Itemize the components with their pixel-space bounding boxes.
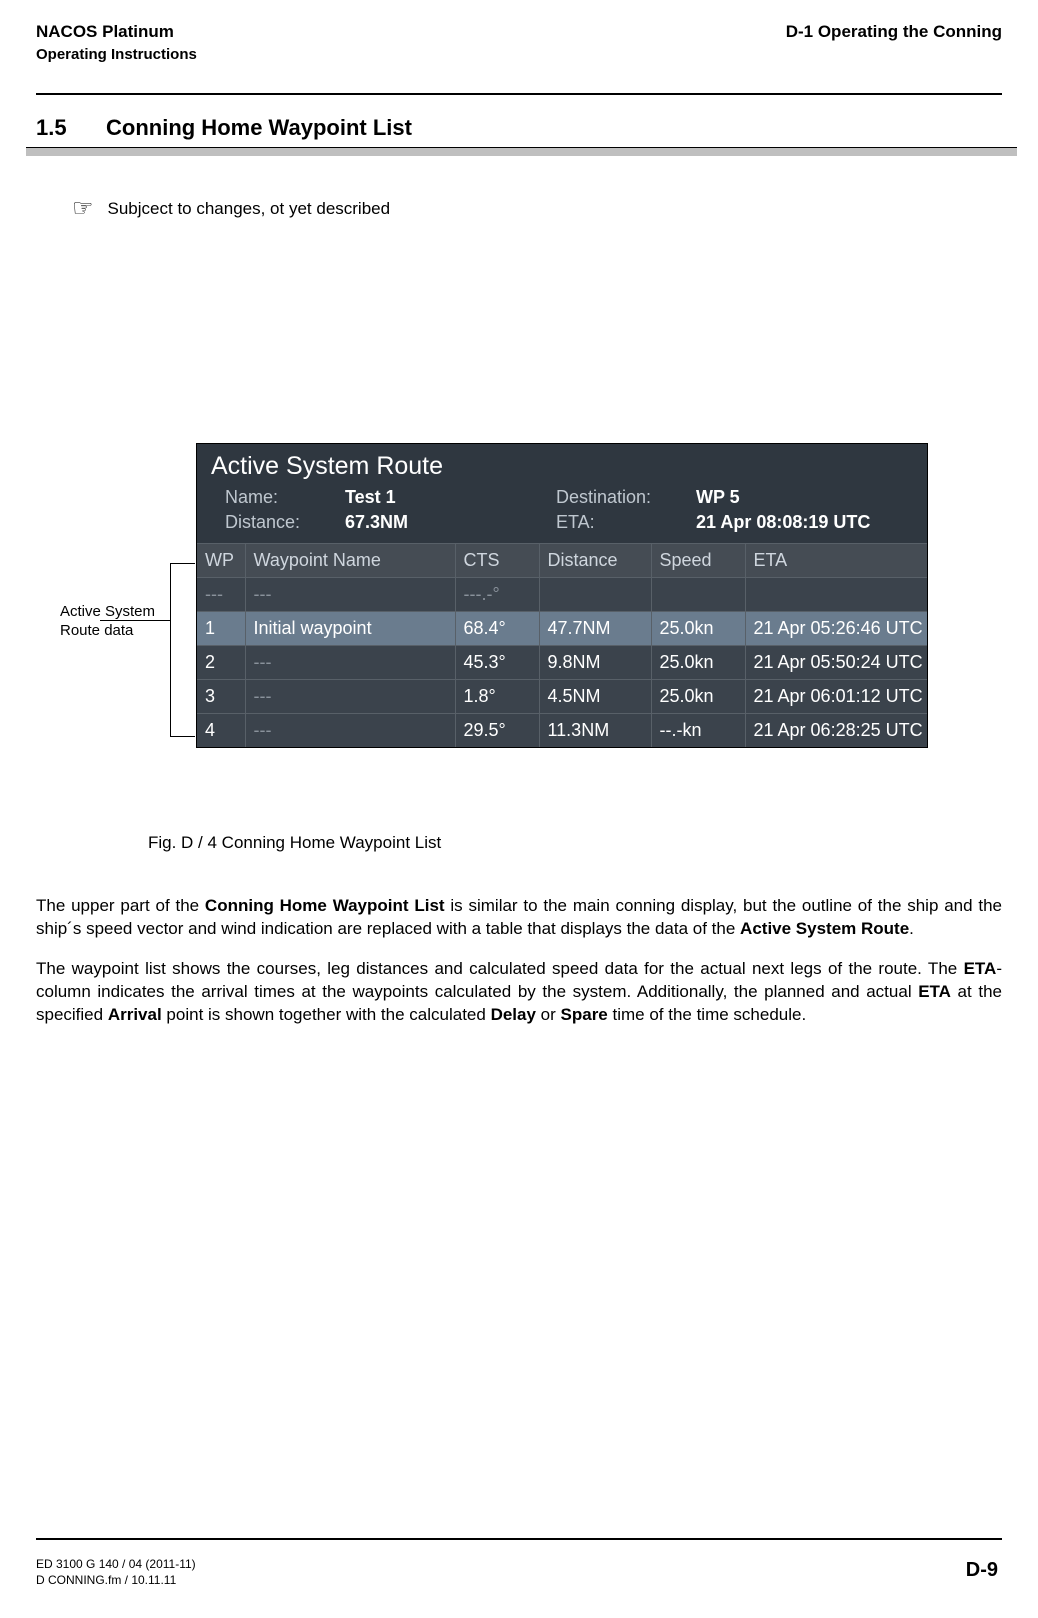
annotation-bracket [170, 563, 195, 737]
waypoint-table: WP Waypoint Name CTS Distance Speed ETA … [197, 543, 927, 747]
asr-title: Active System Route [197, 444, 927, 485]
asr-dest-value: WP 5 [696, 487, 907, 508]
p1b1: Conning Home Waypoint List [205, 896, 445, 915]
cell: 4.5NM [539, 680, 651, 714]
cell: --.-kn [651, 714, 745, 748]
section-title: Conning Home Waypoint List [106, 115, 412, 141]
asr-dest-label: Destination: [556, 487, 696, 508]
asr-eta-label: ETA: [556, 512, 696, 533]
top-rule [36, 93, 1002, 95]
table-row[interactable]: 2---45.3°9.8NM25.0kn21 Apr 05:50:24 UTC [197, 646, 927, 680]
footer-left: ED 3100 G 140 / 04 (2011-11) D CONNING.f… [36, 1556, 196, 1588]
p2b3: Arrival [108, 1005, 162, 1024]
section-bar [26, 147, 1017, 156]
asr-name-label: Name: [225, 487, 345, 508]
asr-dist-label: Distance: [225, 512, 345, 533]
p2f: or [536, 1005, 561, 1024]
note-row: ☞ Subjcect to changes, ot yet described [72, 194, 1002, 223]
figure-caption: Fig. D / 4 Conning Home Waypoint List [148, 833, 1002, 853]
annotation-line2: Route data [60, 622, 133, 639]
p2b1: ETA [964, 959, 997, 978]
cell: 21 Apr 05:26:46 UTC [745, 612, 927, 646]
doc-title: NACOS Platinum [36, 22, 197, 42]
annotation-line1: Active System [60, 603, 155, 620]
footer-l2: D CONNING.fm / 10.11.11 [36, 1572, 196, 1588]
cell: 3 [197, 680, 245, 714]
pointing-hand-icon: ☞ [72, 194, 94, 223]
cell [539, 578, 651, 612]
cell: 25.0kn [651, 612, 745, 646]
p2a: The waypoint list shows the courses, leg… [36, 959, 964, 978]
cell: 25.0kn [651, 646, 745, 680]
cell: 4 [197, 714, 245, 748]
cell: 1.8° [455, 680, 539, 714]
p2b5: Spare [561, 1005, 608, 1024]
cell: 45.3° [455, 646, 539, 680]
p2b4: Delay [491, 1005, 536, 1024]
cell: 21 Apr 06:28:25 UTC [745, 714, 927, 748]
cell: 47.7NM [539, 612, 651, 646]
table-row[interactable]: 4---29.5°11.3NM--.-kn21 Apr 06:28:25 UTC [197, 714, 927, 748]
p1b2: Active System Route [740, 919, 909, 938]
note-text: Subjcect to changes, ot yet described [108, 199, 391, 219]
cell: 2 [197, 646, 245, 680]
page-header: NACOS Platinum Operating Instructions D-… [36, 22, 1002, 93]
col-speed: Speed [651, 544, 745, 578]
section-number: 1.5 [36, 115, 106, 141]
cell: 9.8NM [539, 646, 651, 680]
table-row[interactable]: ---------.-° [197, 578, 927, 612]
footer-page-number: D-9 [966, 1559, 998, 1582]
asr-eta-value: 21 Apr 08:08:19 UTC [696, 512, 907, 533]
doc-subtitle: Operating Instructions [36, 46, 197, 63]
footer-l1: ED 3100 G 140 / 04 (2011-11) [36, 1556, 196, 1572]
col-eta: ETA [745, 544, 927, 578]
cell: 1 [197, 612, 245, 646]
header-left: NACOS Platinum Operating Instructions [36, 22, 197, 63]
cell: --- [245, 578, 455, 612]
annotation-leader-line [100, 620, 170, 621]
p2b2: ETA [918, 982, 951, 1001]
asr-meta: Name: Test 1 Destination: WP 5 Distance:… [197, 485, 927, 543]
asr-dist-value: 67.3NM [345, 512, 556, 533]
cell: --- [245, 714, 455, 748]
chapter-ref: D-1 Operating the Conning [786, 22, 1002, 42]
asr-name-value: Test 1 [345, 487, 556, 508]
cell: --- [245, 680, 455, 714]
col-wp: WP [197, 544, 245, 578]
cell: 21 Apr 05:50:24 UTC [745, 646, 927, 680]
body-paragraph-2: The waypoint list shows the courses, leg… [36, 958, 1002, 1027]
cell: 68.4° [455, 612, 539, 646]
cell: --- [245, 646, 455, 680]
cell: ---.-° [455, 578, 539, 612]
cell [745, 578, 927, 612]
table-row[interactable]: 3---1.8°4.5NM25.0kn21 Apr 06:01:12 UTC [197, 680, 927, 714]
p1d: . [909, 919, 914, 938]
annotation-label: Active System Route data [60, 603, 180, 641]
active-system-route-panel: Active System Route Name: Test 1 Destina… [196, 443, 928, 748]
section-heading: 1.5 Conning Home Waypoint List [36, 115, 1002, 141]
p1a: The upper part of the [36, 896, 205, 915]
cell: Initial waypoint [245, 612, 455, 646]
cell: 25.0kn [651, 680, 745, 714]
table-row[interactable]: 1Initial waypoint68.4°47.7NM25.0kn21 Apr… [197, 612, 927, 646]
p2g: time of the time schedule. [608, 1005, 806, 1024]
col-distance: Distance [539, 544, 651, 578]
cell: 29.5° [455, 714, 539, 748]
cell: 11.3NM [539, 714, 651, 748]
cell: --- [197, 578, 245, 612]
table-header-row: WP Waypoint Name CTS Distance Speed ETA [197, 544, 927, 578]
col-waypoint-name: Waypoint Name [245, 544, 455, 578]
p2e: point is shown together with the calcula… [162, 1005, 491, 1024]
cell [651, 578, 745, 612]
col-cts: CTS [455, 544, 539, 578]
figure-wrap: Active System Route data Active System R… [60, 443, 978, 763]
bottom-rule [36, 1538, 1002, 1540]
body-paragraph-1: The upper part of the Conning Home Waypo… [36, 895, 1002, 941]
cell: 21 Apr 06:01:12 UTC [745, 680, 927, 714]
